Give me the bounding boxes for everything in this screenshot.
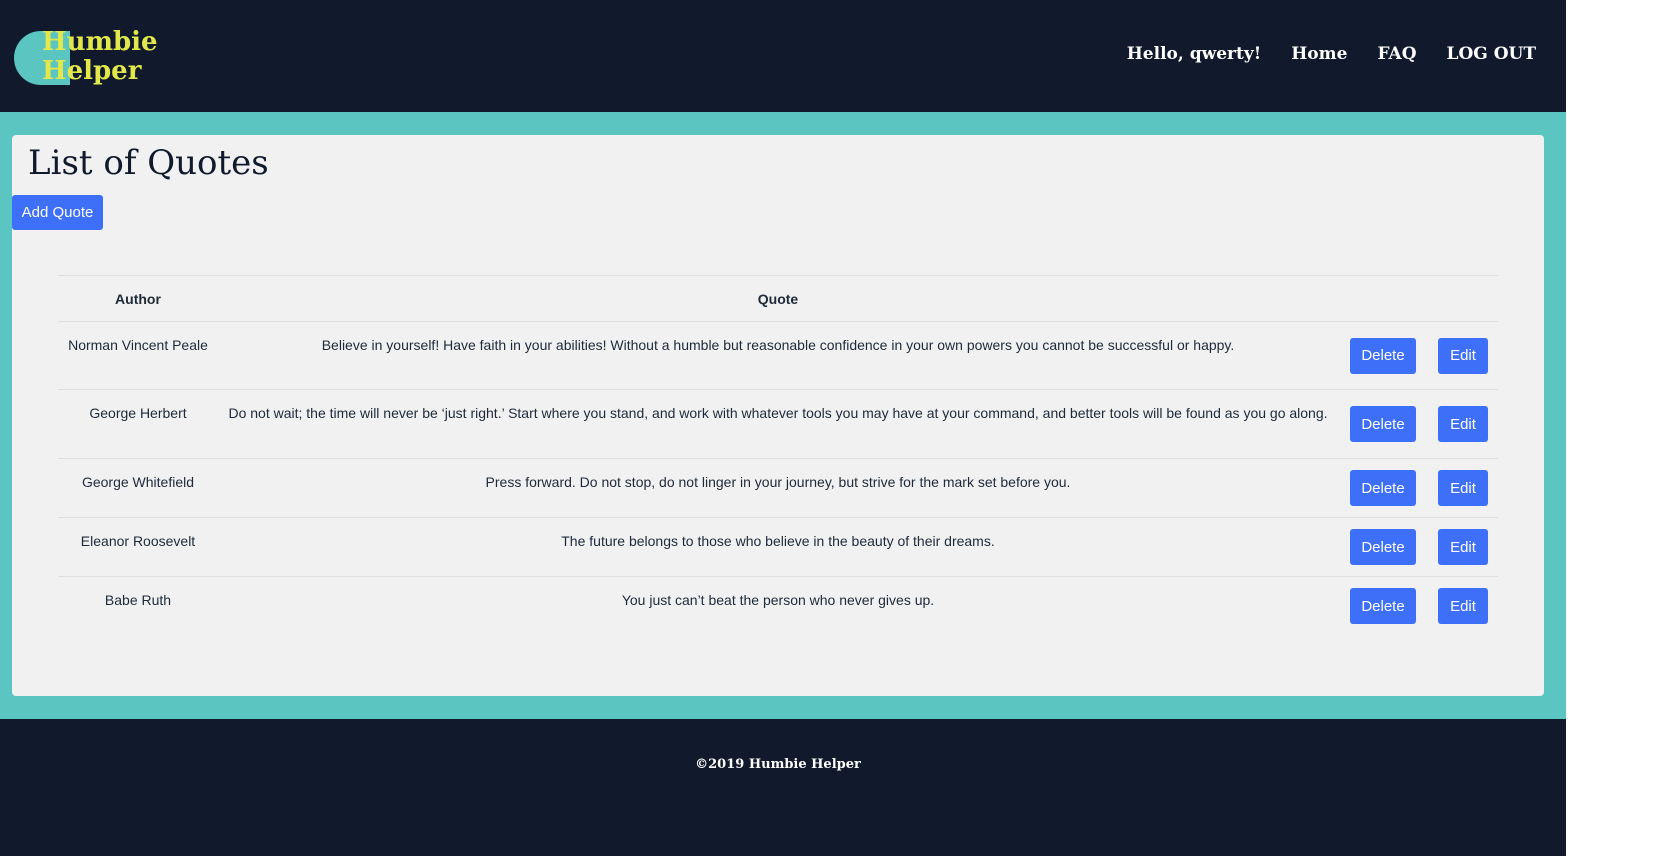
edit-cell: Edit [1428, 321, 1498, 390]
quote-cell: Do not wait; the time will never be ‘jus… [218, 389, 1338, 459]
delete-cell: Delete [1338, 517, 1428, 577]
author-cell: Eleanor Roosevelt [58, 517, 218, 577]
delete-cell: Delete [1338, 389, 1428, 459]
nav-logout-link[interactable]: LOG OUT [1447, 44, 1536, 64]
quote-cell: The future belongs to those who believe … [218, 517, 1338, 577]
quote-cell: Believe in yourself! Have faith in your … [218, 321, 1338, 390]
author-column-header: Author [58, 275, 218, 322]
nav-faq-link[interactable]: FAQ [1377, 44, 1416, 64]
logo-text: Humbie Helper [42, 28, 158, 86]
table-row: Norman Vincent Peale Believe in yourself… [58, 321, 1498, 390]
delete-button[interactable]: Delete [1350, 470, 1416, 506]
footer-copyright: ©2019 Humbie Helper [695, 757, 861, 772]
table-row: Eleanor Roosevelt The future belongs to … [58, 517, 1498, 577]
quote-cell: Press forward. Do not stop, do not linge… [218, 458, 1338, 518]
logo-line-1: Humbie [42, 27, 158, 57]
edit-cell: Edit [1428, 576, 1498, 636]
nav-links: Hello, qwerty! Home FAQ LOG OUT [1127, 44, 1536, 64]
page-background-strip [1566, 0, 1671, 856]
page-title: List of Quotes [28, 143, 269, 183]
table-row: Babe Ruth You just can’t beat the person… [58, 576, 1498, 636]
footer: ©2019 Humbie Helper [0, 719, 1566, 856]
edit-cell: Edit [1428, 458, 1498, 518]
nav-home-link[interactable]: Home [1291, 44, 1347, 64]
navbar: Humbie Helper Hello, qwerty! Home FAQ LO… [0, 0, 1566, 112]
edit-button[interactable]: Edit [1438, 529, 1488, 565]
quotes-table: Author Quote Norman Vincent Peale Believ… [58, 275, 1498, 636]
add-quote-button[interactable]: Add Quote [12, 195, 103, 230]
table-row: George Herbert Do not wait; the time wil… [58, 389, 1498, 459]
author-cell: Norman Vincent Peale [58, 321, 218, 390]
author-cell: George Herbert [58, 389, 218, 459]
quote-column-header: Quote [218, 275, 1338, 322]
delete-cell: Delete [1338, 458, 1428, 518]
logo-line-2: Helper [42, 56, 142, 86]
edit-cell: Edit [1428, 517, 1498, 577]
delete-button[interactable]: Delete [1350, 529, 1416, 565]
edit-cell: Edit [1428, 389, 1498, 459]
delete-button[interactable]: Delete [1350, 406, 1416, 442]
edit-button[interactable]: Edit [1438, 588, 1488, 625]
content-area: List of Quotes Add Quote Author Quote No… [0, 112, 1566, 719]
edit-column-header [1428, 275, 1498, 322]
table-header-row: Author Quote [58, 275, 1498, 322]
delete-button[interactable]: Delete [1350, 588, 1416, 625]
nav-greeting: Hello, qwerty! [1126, 44, 1262, 64]
logo[interactable]: Humbie Helper [14, 28, 164, 90]
edit-button[interactable]: Edit [1438, 337, 1488, 374]
delete-cell: Delete [1338, 576, 1428, 636]
delete-button[interactable]: Delete [1350, 337, 1416, 374]
quote-cell: You just can’t beat the person who never… [218, 576, 1338, 636]
edit-button[interactable]: Edit [1438, 406, 1488, 442]
author-cell: Babe Ruth [58, 576, 218, 636]
delete-column-header [1338, 275, 1428, 322]
quotes-card: List of Quotes Add Quote Author Quote No… [12, 135, 1544, 696]
page: Humbie Helper Hello, qwerty! Home FAQ LO… [0, 0, 1566, 856]
author-cell: George Whitefield [58, 458, 218, 518]
delete-cell: Delete [1338, 321, 1428, 390]
edit-button[interactable]: Edit [1438, 470, 1488, 506]
table-row: George Whitefield Press forward. Do not … [58, 458, 1498, 518]
